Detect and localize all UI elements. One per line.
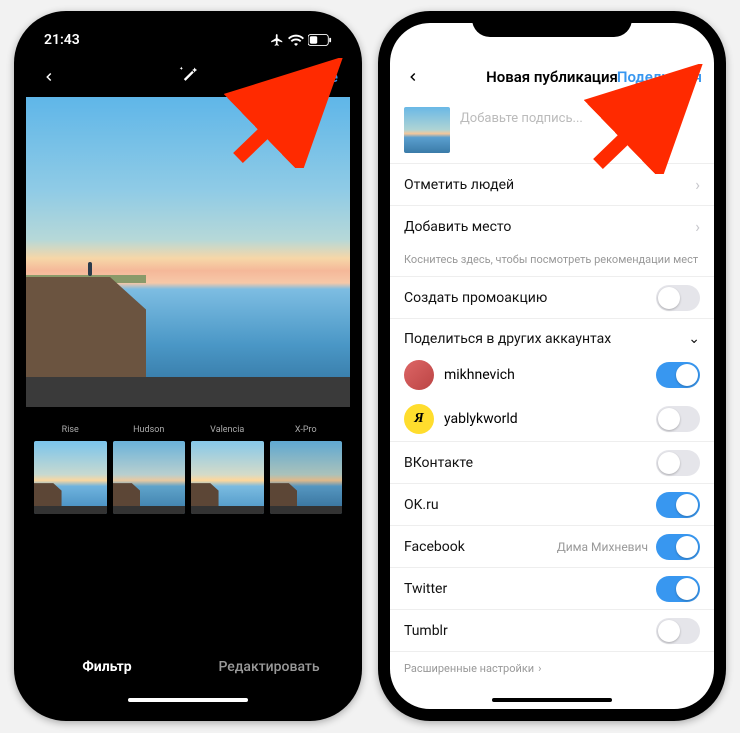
chevron-left-icon xyxy=(42,70,56,84)
social-вконтакте[interactable]: ВКонтакте xyxy=(390,441,714,483)
notch xyxy=(108,11,268,37)
row-label: Добавить место xyxy=(404,219,511,235)
account-name: yablykworld xyxy=(444,411,646,427)
filter-label: Rise xyxy=(34,425,107,435)
caption-row: Добавьте подпись... xyxy=(390,97,714,163)
toggle-account[interactable] xyxy=(656,362,700,388)
account-name: mikhnevich xyxy=(444,367,646,383)
toggle-social[interactable] xyxy=(656,492,700,518)
toggle-account[interactable] xyxy=(656,406,700,432)
nav-bar: Новая публикация Поделиться xyxy=(390,57,714,97)
row-sublabel: Дима Михневич xyxy=(557,540,648,554)
filter-rise[interactable]: Rise xyxy=(34,425,107,514)
account-yablykworld[interactable]: Я yablykworld xyxy=(390,397,714,441)
filter-valencia[interactable]: Valencia xyxy=(191,425,264,514)
toggle-promo[interactable] xyxy=(656,285,700,311)
row-label: OK.ru xyxy=(404,497,439,513)
toggle-social[interactable] xyxy=(656,534,700,560)
social-tumblr[interactable]: Tumblr xyxy=(390,609,714,651)
back-button[interactable] xyxy=(38,66,60,88)
row-label: Расширенные настройки xyxy=(404,662,534,675)
tab-edit[interactable]: Редактировать xyxy=(188,659,350,675)
chevron-right-icon: › xyxy=(538,662,541,675)
tab-filter[interactable]: Фильтр xyxy=(26,659,188,675)
nav-bar: Далее xyxy=(26,57,350,97)
filter-strip[interactable]: Rise Hudson Valencia X-Pro xyxy=(26,407,350,520)
back-button[interactable] xyxy=(402,66,424,88)
nav-title: Новая публикация xyxy=(486,68,618,86)
photo-preview[interactable] xyxy=(26,97,350,407)
airplane-icon xyxy=(270,33,284,47)
filter-x-pro[interactable]: X-Pro xyxy=(270,425,343,514)
row-label: Создать промоакцию xyxy=(404,290,547,306)
chevron-left-icon xyxy=(406,70,420,84)
filter-hudson[interactable]: Hudson xyxy=(113,425,186,514)
location-hint: Коснитесь здесь, чтобы посмотреть рекоме… xyxy=(390,247,714,276)
next-button[interactable]: Далее xyxy=(294,68,338,86)
notch xyxy=(472,11,632,37)
caption-input[interactable]: Добавьте подпись... xyxy=(460,107,700,126)
wifi-icon xyxy=(288,34,304,46)
share-button[interactable]: Поделиться xyxy=(617,68,702,86)
toggle-social[interactable] xyxy=(656,618,700,644)
chevron-right-icon: › xyxy=(695,175,700,194)
screen-filter: 21:43 Далее Rise Hudson Valencia xyxy=(26,23,350,709)
filter-label: Hudson xyxy=(113,425,186,435)
phone-right: Новая публикация Поделиться Добавьте под… xyxy=(378,11,726,721)
row-add-location[interactable]: Добавить место › xyxy=(390,205,714,247)
chevron-right-icon: › xyxy=(695,217,700,236)
social-twitter[interactable]: Twitter xyxy=(390,567,714,609)
phone-left: 21:43 Далее Rise Hudson Valencia xyxy=(14,11,362,721)
magic-button[interactable] xyxy=(178,65,198,89)
bottom-tabs: Фильтр Редактировать xyxy=(26,649,350,685)
row-label: Отметить людей xyxy=(404,177,514,193)
filter-label: Valencia xyxy=(191,425,264,435)
caption-thumbnail[interactable] xyxy=(404,107,450,153)
row-create-promo[interactable]: Создать промоакцию xyxy=(390,276,714,318)
section-label: Поделиться в других аккаунтах xyxy=(404,331,611,347)
chevron-down-icon: ⌄ xyxy=(688,331,700,347)
row-label: Tumblr xyxy=(404,623,448,639)
account-mikhnevich[interactable]: mikhnevich xyxy=(390,353,714,397)
row-label: Twitter xyxy=(404,581,447,597)
row-label: Facebook xyxy=(404,539,465,555)
avatar xyxy=(404,360,434,390)
row-advanced-settings[interactable]: Расширенные настройки › xyxy=(390,651,714,685)
filter-label: X-Pro xyxy=(270,425,343,435)
status-time: 21:43 xyxy=(44,32,80,48)
toggle-social[interactable] xyxy=(656,576,700,602)
row-tag-people[interactable]: Отметить людей › xyxy=(390,163,714,205)
social-facebook[interactable]: Facebook Дима Михневич xyxy=(390,525,714,567)
home-indicator[interactable] xyxy=(128,698,248,702)
avatar: Я xyxy=(404,404,434,434)
battery-icon xyxy=(308,34,332,46)
row-label: ВКонтакте xyxy=(404,455,473,471)
magic-wand-icon xyxy=(178,65,198,85)
home-indicator[interactable] xyxy=(492,698,612,702)
section-other-accounts[interactable]: Поделиться в других аккаунтах ⌄ xyxy=(390,318,714,353)
social-okru[interactable]: OK.ru xyxy=(390,483,714,525)
toggle-social[interactable] xyxy=(656,450,700,476)
screen-share: Новая публикация Поделиться Добавьте под… xyxy=(390,23,714,709)
